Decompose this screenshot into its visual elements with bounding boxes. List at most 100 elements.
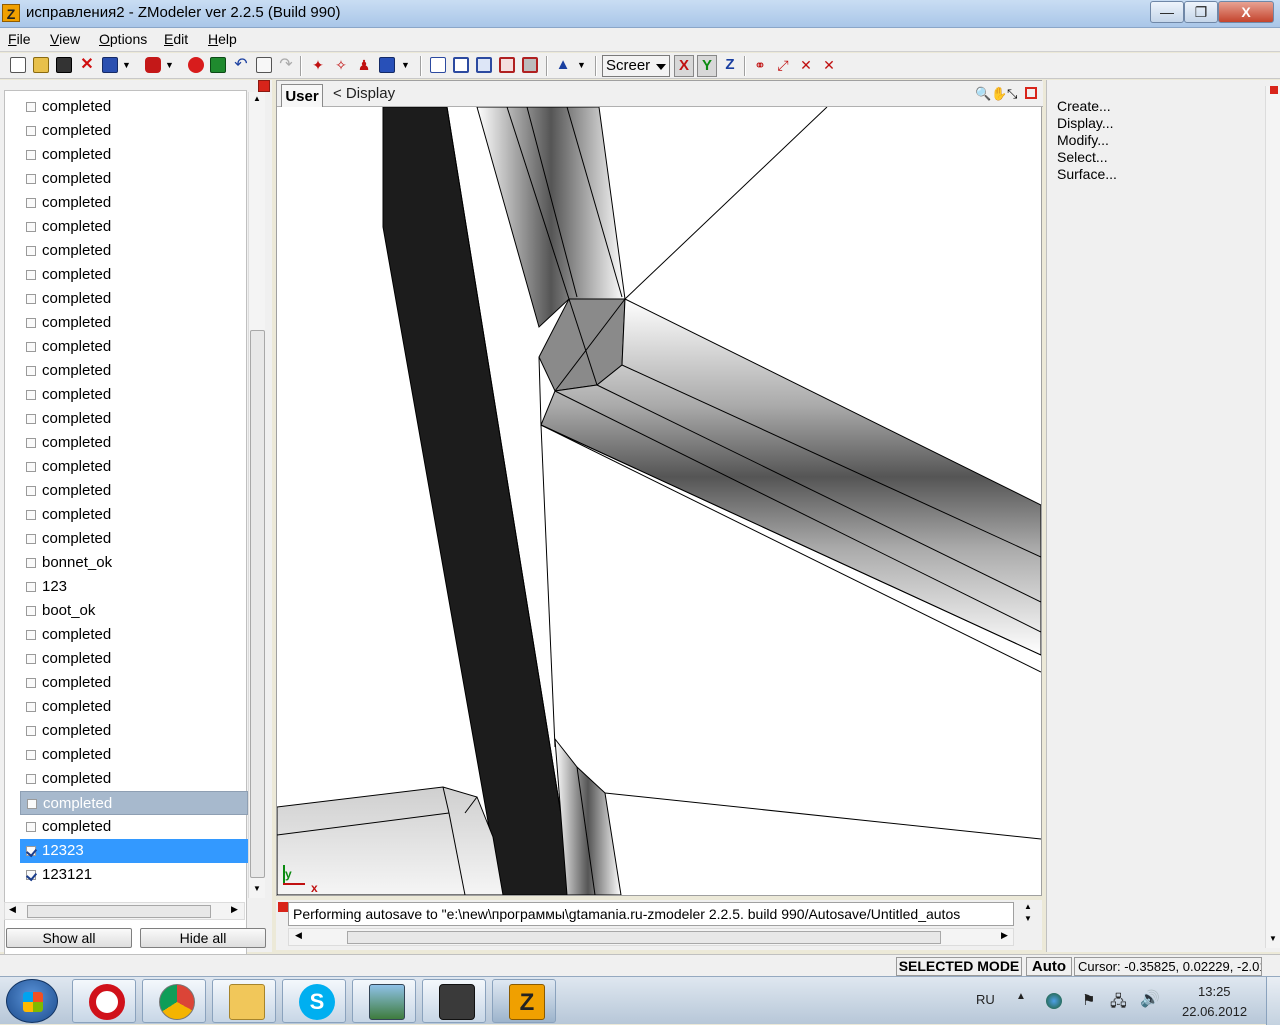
list-item[interactable]: completed (20, 119, 248, 143)
close-button[interactable]: X (1218, 1, 1274, 23)
visibility-checkbox[interactable] (26, 486, 36, 496)
select-figure-icon[interactable]: ♟ (356, 57, 372, 73)
visibility-checkbox[interactable] (26, 414, 36, 424)
pivot-dropdown-icon[interactable]: ▼ (577, 57, 587, 73)
console-horizontal-scrollbar[interactable]: ◀ ▶ (288, 928, 1014, 946)
language-indicator[interactable]: RU (976, 992, 995, 1007)
taskbar-zmodeler[interactable]: Z (492, 979, 556, 1023)
scroll-left-icon[interactable]: ◀ (295, 930, 302, 941)
visibility-checkbox[interactable] (26, 510, 36, 520)
list-item[interactable]: completed (20, 743, 248, 767)
delete-icon[interactable]: ✕ (79, 57, 95, 73)
list-item[interactable]: completed (20, 791, 248, 815)
object-mode-icon[interactable] (499, 57, 515, 73)
list-item[interactable]: completed (20, 479, 248, 503)
list-item[interactable]: completed (20, 503, 248, 527)
visibility-checkbox[interactable] (26, 774, 36, 784)
scrollbar-thumb[interactable] (27, 905, 211, 918)
list-item[interactable]: completed (20, 623, 248, 647)
show-desktop-button[interactable] (1266, 977, 1280, 1025)
visibility-checkbox[interactable] (26, 390, 36, 400)
clock-date[interactable]: 22.06.2012 (1182, 1004, 1247, 1019)
minimize-button[interactable]: — (1150, 1, 1184, 23)
tab-user[interactable]: User (281, 84, 323, 108)
clock-time[interactable]: 13:25 (1198, 984, 1231, 999)
visibility-checkbox[interactable] (26, 846, 36, 856)
face-mode-icon[interactable] (476, 57, 492, 73)
visibility-checkbox[interactable] (26, 822, 36, 832)
list-item[interactable]: 12323 (20, 839, 248, 863)
command-modify[interactable]: Modify... (1057, 132, 1109, 148)
auto-mode-indicator[interactable]: Auto (1026, 957, 1072, 976)
viewport-close-icon[interactable] (1025, 87, 1037, 99)
list-item[interactable]: completed (20, 671, 248, 695)
visibility-checkbox[interactable] (26, 150, 36, 160)
visibility-checkbox[interactable] (26, 558, 36, 568)
list-item[interactable]: completed (20, 767, 248, 791)
export-dropdown-icon[interactable]: ▼ (165, 57, 175, 73)
list-item[interactable]: completed (20, 263, 248, 287)
menu-file[interactable]: File (8, 31, 31, 47)
list-item[interactable]: completed (20, 695, 248, 719)
taskbar-chrome[interactable] (142, 979, 206, 1023)
visibility-checkbox[interactable] (26, 246, 36, 256)
command-panel-scrollbar[interactable]: ▼ (1265, 86, 1280, 948)
taskbar-opera[interactable] (72, 979, 136, 1023)
list-item[interactable]: completed (20, 215, 248, 239)
taskbar-photo-viewer[interactable] (352, 979, 416, 1023)
scroll-left-icon[interactable]: ◀ (9, 904, 16, 915)
visibility-checkbox[interactable] (26, 174, 36, 184)
import-dropdown-icon[interactable]: ▼ (122, 57, 132, 73)
visibility-checkbox[interactable] (26, 462, 36, 472)
list-item[interactable]: completed (20, 383, 248, 407)
visibility-checkbox[interactable] (26, 198, 36, 208)
zoom-icon[interactable]: 🔍 (975, 86, 991, 102)
list-item[interactable]: 123 (20, 575, 248, 599)
list-item[interactable]: completed (20, 647, 248, 671)
zmodeler-app-icon[interactable]: Z (2, 4, 20, 22)
list-item[interactable]: completed (20, 407, 248, 431)
list-item[interactable]: completed (20, 239, 248, 263)
taskbar-skype[interactable]: S (282, 979, 346, 1023)
visibility-checkbox[interactable] (26, 630, 36, 640)
axis-x-toggle[interactable]: X (674, 55, 694, 77)
list-item[interactable]: completed (20, 431, 248, 455)
axis-scale-icon[interactable]: ✕ (821, 57, 837, 73)
new-file-icon[interactable] (10, 57, 26, 73)
list-item[interactable]: boot_ok (20, 599, 248, 623)
command-display[interactable]: Display... (1057, 115, 1114, 131)
list-item[interactable]: completed (20, 311, 248, 335)
hide-all-button[interactable]: Hide all (140, 928, 266, 948)
scroll-right-icon[interactable]: ▶ (231, 904, 238, 915)
list-item[interactable]: completed (20, 95, 248, 119)
export-icon[interactable] (145, 57, 161, 73)
object-list-close-icon[interactable] (258, 80, 270, 92)
menu-options[interactable]: Options (99, 31, 147, 47)
taskbar-3dsmax[interactable] (422, 979, 486, 1023)
command-surface[interactable]: Surface... (1057, 166, 1117, 182)
axis-z-toggle[interactable]: Z (720, 55, 740, 77)
list-item[interactable]: completed (20, 167, 248, 191)
visibility-checkbox[interactable] (26, 102, 36, 112)
network-icon[interactable]: 🖧 (1110, 991, 1127, 1016)
visibility-checkbox[interactable] (26, 654, 36, 664)
scrollbar-thumb[interactable] (250, 330, 265, 878)
list-item[interactable]: completed (20, 719, 248, 743)
save-icon[interactable] (56, 57, 72, 73)
image-icon[interactable] (210, 57, 226, 73)
visibility-checkbox[interactable] (26, 750, 36, 760)
select-object-icon[interactable] (379, 57, 395, 73)
command-create[interactable]: Create... (1057, 98, 1111, 114)
notes-icon[interactable] (256, 57, 272, 73)
visibility-checkbox[interactable] (26, 294, 36, 304)
list-item[interactable]: completed (20, 335, 248, 359)
console-close-icon[interactable] (278, 902, 288, 912)
coordinate-system-select[interactable]: Screer (602, 55, 670, 77)
visibility-checkbox[interactable] (26, 342, 36, 352)
pivot-icon[interactable]: ▲ (555, 57, 571, 73)
list-item[interactable]: completed (20, 287, 248, 311)
axis-y-toggle[interactable]: Y (697, 55, 717, 77)
command-select[interactable]: Select... (1057, 149, 1108, 165)
maximize-viewport-icon[interactable]: ⤡ (1007, 86, 1017, 102)
scroll-up-icon[interactable]: ▲ (1024, 902, 1032, 911)
